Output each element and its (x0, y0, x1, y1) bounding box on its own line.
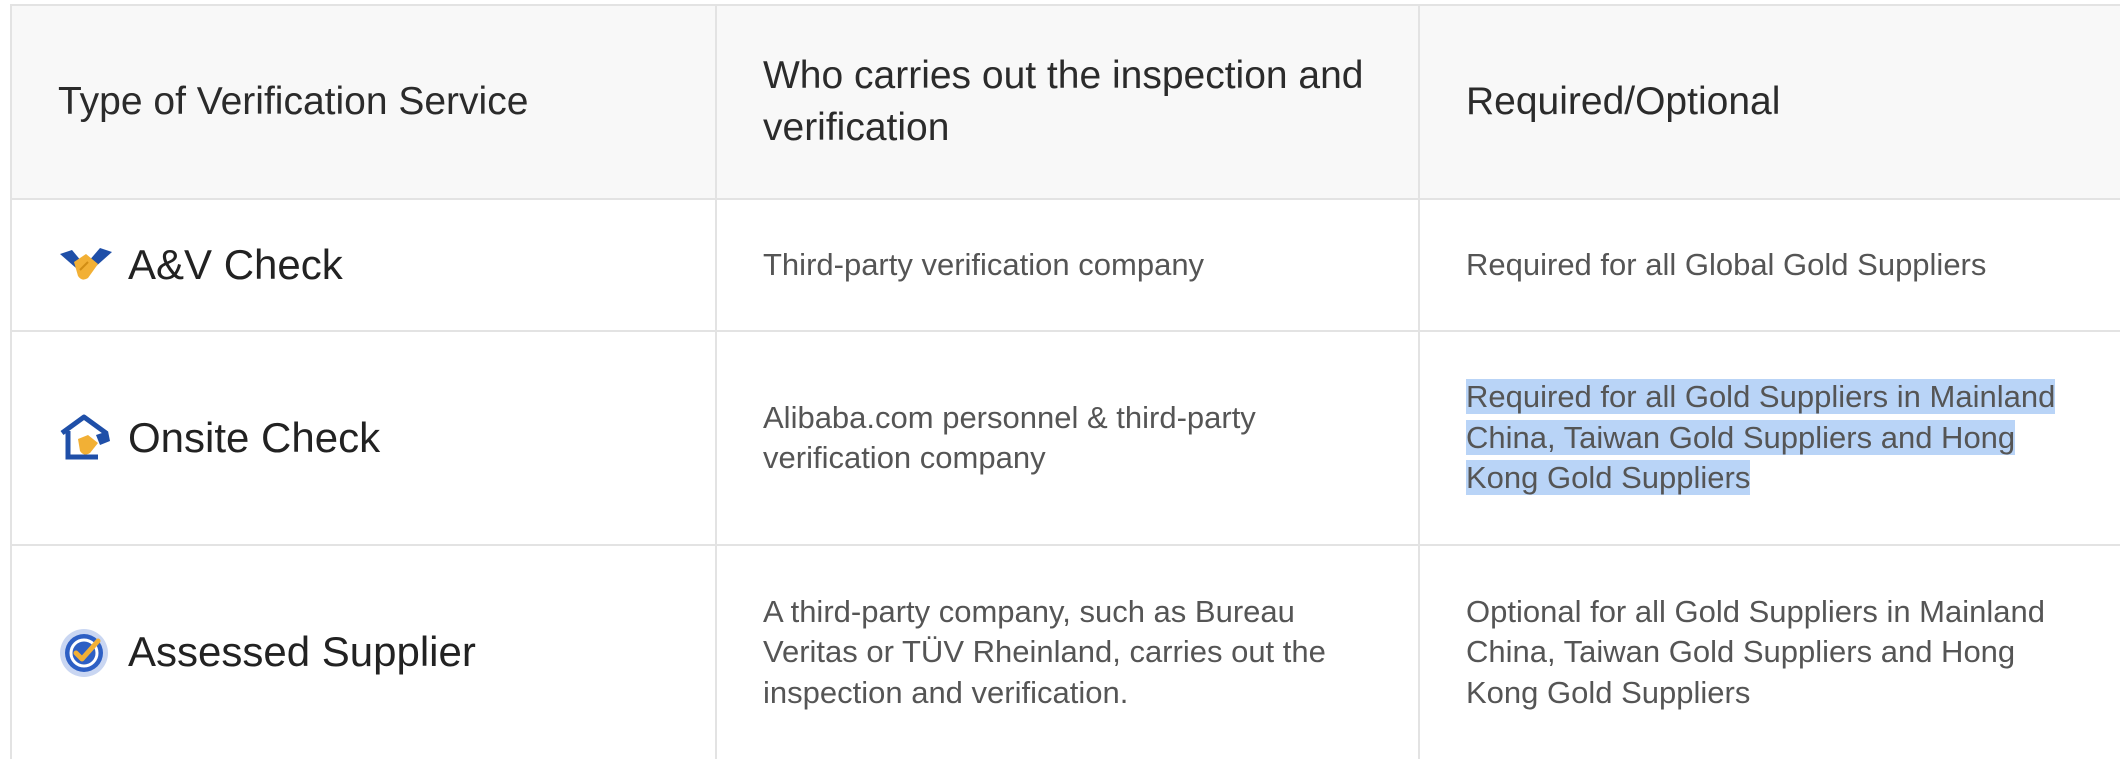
requirement-cell: Required for all Gold Suppliers in Mainl… (1418, 330, 2120, 546)
onsite-check-house-icon (58, 414, 114, 461)
service-name-assessed-supplier: Assessed Supplier (128, 628, 476, 676)
service-name-av-check: A&V Check (128, 240, 343, 288)
header-service-type: Type of Verification Service (10, 4, 717, 200)
who-cell: Third-party verification company (715, 198, 1420, 332)
requirement-cell: Required for all Global Gold Suppliers (1418, 198, 2120, 332)
selected-text[interactable]: Required for all Gold Suppliers in Mainl… (1466, 379, 2056, 496)
verification-services-table: Type of Verification Service Who carries… (10, 4, 2120, 759)
who-cell: Alibaba.com personnel & third-party veri… (715, 330, 1420, 546)
table-row: A&V Check Third-party verification compa… (10, 198, 2120, 332)
table-row: Assessed Supplier A third-party company,… (10, 544, 2120, 759)
table-row: Onsite Check Alibaba.com personnel & thi… (10, 330, 2120, 546)
verification-services-table-container: Type of Verification Service Who carries… (10, 4, 2120, 759)
service-cell: A&V Check (10, 198, 717, 332)
service-name-onsite-check: Onsite Check (128, 413, 381, 461)
av-check-handshake-icon (58, 242, 114, 288)
header-required-optional: Required/Optional (1418, 4, 2120, 200)
who-cell: A third-party company, such as Bureau Ve… (715, 544, 1420, 759)
header-who-inspects: Who carries out the inspection and verif… (715, 4, 1420, 200)
assessed-supplier-badge-icon (58, 628, 114, 677)
table-header-row: Type of Verification Service Who carries… (10, 4, 2120, 200)
service-cell: Onsite Check (10, 330, 717, 546)
service-cell: Assessed Supplier (10, 544, 717, 759)
requirement-cell: Optional for all Gold Suppliers in Mainl… (1418, 544, 2120, 759)
